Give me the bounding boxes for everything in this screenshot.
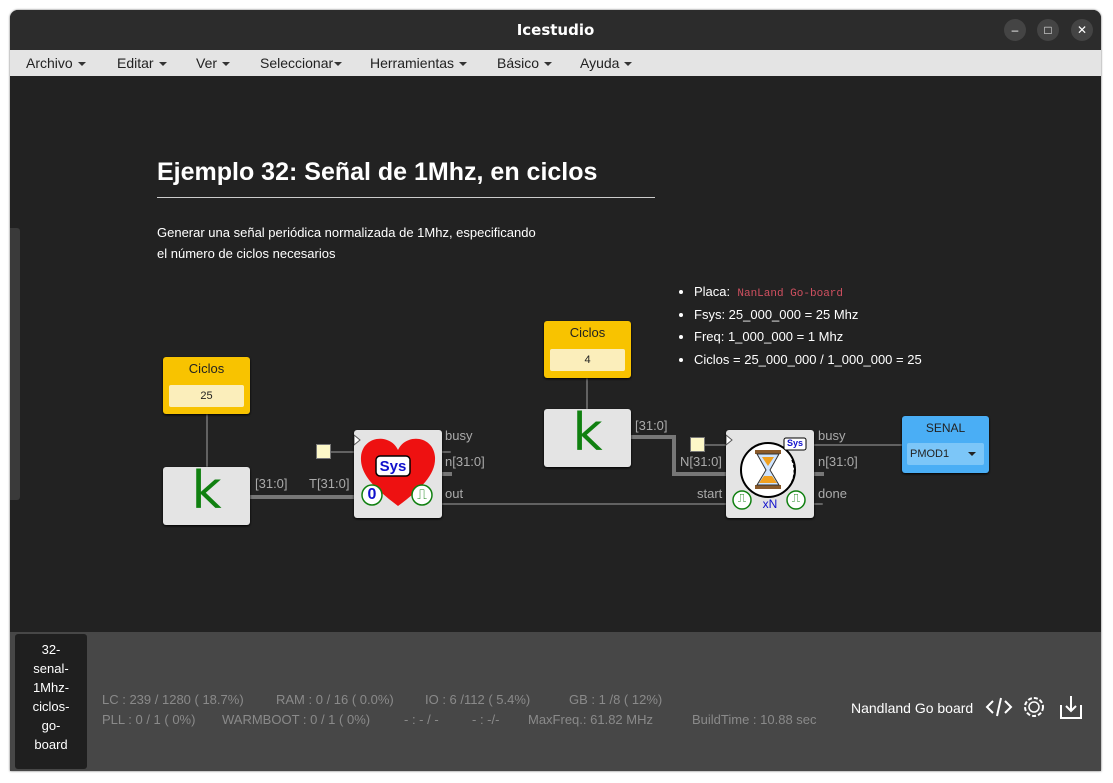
- menu-editar[interactable]: Editar: [117, 55, 167, 71]
- menu-seleccionar[interactable]: Seleccionar: [260, 55, 343, 71]
- port-done: done: [818, 486, 847, 501]
- stat-warmboot: WARMBOOT : 0 / 1 ( 0%): [222, 712, 371, 727]
- minimize-button[interactable]: –: [1004, 19, 1026, 41]
- menu-archivo[interactable]: Archivo: [26, 55, 86, 71]
- port-start: start: [697, 486, 723, 501]
- chevron-down-icon: [624, 62, 633, 67]
- zero-label: 0: [367, 486, 377, 503]
- sys-label: Sys: [379, 458, 407, 475]
- app-window: Icestudio – □ ✕ Archivo Editar Ver Selec…: [10, 10, 1101, 771]
- chevron-down-icon: [158, 62, 167, 67]
- pulse-icon: ⎍: [791, 491, 801, 505]
- maximize-button[interactable]: □: [1037, 19, 1059, 41]
- pulse-icon: ⎍: [737, 491, 747, 505]
- stat-lc: LC : 239 / 1280 ( 18.7%): [102, 692, 244, 707]
- port-k2-out: [31:0]: [635, 418, 668, 433]
- param-value-input[interactable]: 25: [169, 385, 244, 407]
- menu-herramientas[interactable]: Herramientas: [370, 55, 468, 71]
- window-title: Icestudio: [516, 21, 595, 39]
- constant-block-2[interactable]: k: [544, 403, 631, 467]
- stat-buildtime: BuildTime : 10.88 sec: [692, 712, 817, 727]
- port-t-in: T[31:0]: [309, 476, 350, 491]
- menu-basico[interactable]: Básico: [497, 55, 553, 71]
- param-value-input[interactable]: 4: [550, 349, 625, 371]
- stat-pll: PLL : 0 / 1 ( 0%): [102, 712, 196, 727]
- board-name[interactable]: Nandland Go board: [851, 700, 973, 716]
- pulse-icon: ⎍: [417, 486, 427, 502]
- input-pin-marker[interactable]: [690, 437, 705, 452]
- timer-xn-block[interactable]: Sys ⎍ ⎍ xN: [726, 430, 814, 518]
- left-dock-handle[interactable]: [10, 228, 20, 500]
- chevron-down-icon: [334, 62, 343, 67]
- project-tab[interactable]: 32- senal- 1Mhz- ciclos- go- board: [15, 634, 87, 769]
- port-out: out: [445, 486, 464, 501]
- design-canvas[interactable]: Ejemplo 32: Señal de 1Mhz, en ciclos Gen…: [10, 76, 1101, 632]
- menu-ver[interactable]: Ver: [196, 55, 231, 71]
- param-ciclos-25[interactable]: Ciclos 25: [163, 357, 250, 414]
- menu-ayuda[interactable]: Ayuda: [580, 55, 633, 71]
- chevron-down-icon: [459, 62, 468, 67]
- param-ciclos-4[interactable]: Ciclos 4: [544, 321, 631, 378]
- stat-maxfreq: MaxFreq.: 61.82 MHz: [528, 712, 653, 727]
- menu-bar: Archivo Editar Ver Seleccionar Herramien…: [10, 50, 1101, 76]
- stat-blank2: - : -/-: [472, 712, 500, 727]
- sys-label-small: Sys: [786, 438, 803, 448]
- sys-heart-block[interactable]: Sys 0 ⎍: [354, 430, 442, 518]
- port-n-out2: n[31:0]: [818, 454, 858, 469]
- xn-label: xN: [762, 497, 778, 511]
- port-k1-out: [31:0]: [255, 476, 288, 491]
- chevron-down-icon: [968, 452, 976, 456]
- stat-io: IO : 6 /112 ( 5.4%): [425, 692, 531, 707]
- code-icon[interactable]: [985, 693, 1013, 721]
- title-bar: Icestudio – □ ✕: [10, 10, 1101, 50]
- port-busy2: busy: [818, 428, 846, 443]
- build-settings-icon[interactable]: [1020, 693, 1048, 721]
- stat-ram: RAM : 0 / 16 ( 0.0%): [276, 692, 394, 707]
- upload-icon[interactable]: [1057, 693, 1085, 721]
- input-pin-marker[interactable]: [316, 444, 331, 459]
- chevron-down-icon: [77, 62, 86, 67]
- constant-block-1[interactable]: k: [163, 461, 250, 525]
- port-busy: busy: [445, 428, 473, 443]
- port-n-in: N[31:0]: [680, 454, 722, 469]
- chevron-down-icon: [544, 62, 553, 67]
- port-n-out: n[31:0]: [445, 454, 485, 469]
- chevron-down-icon: [222, 62, 231, 67]
- close-button[interactable]: ✕: [1071, 19, 1093, 41]
- output-block-senal[interactable]: SENAL PMOD1: [902, 416, 989, 473]
- stat-gb: GB : 1 /8 ( 12%): [569, 692, 663, 707]
- stat-blank1: - : - / -: [404, 712, 439, 727]
- status-bar: 32- senal- 1Mhz- ciclos- go- board LC : …: [10, 632, 1101, 771]
- pin-select[interactable]: PMOD1: [907, 443, 984, 465]
